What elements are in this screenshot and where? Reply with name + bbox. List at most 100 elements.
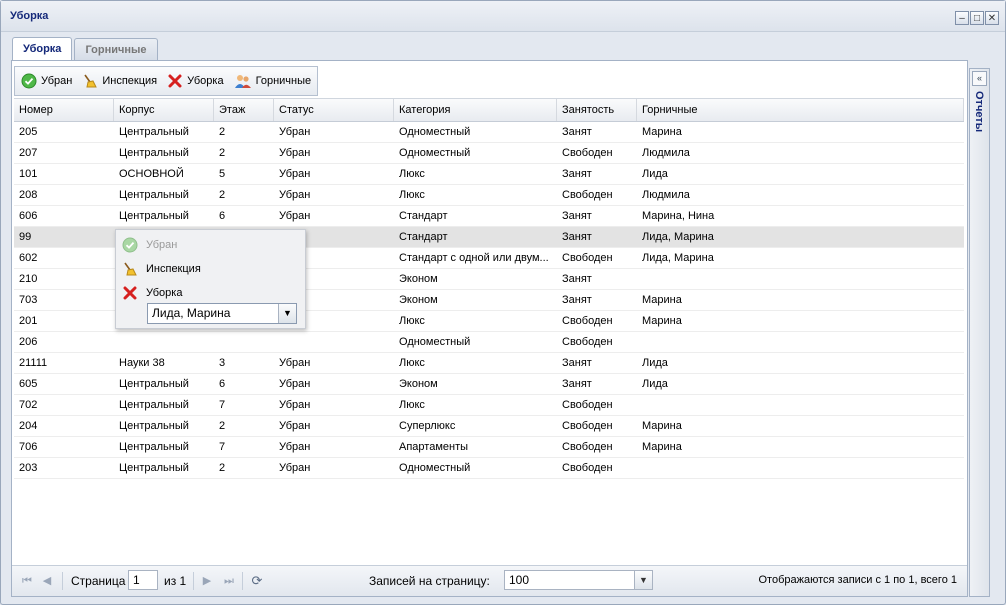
column-header-occupancy[interactable]: Занятость — [557, 99, 637, 121]
cell-floor: 2 — [219, 420, 226, 432]
red-cross-icon — [168, 74, 182, 88]
cell-occupancy: Свободен — [562, 420, 613, 432]
cell-occupancy: Свободен — [562, 252, 613, 264]
column-header-building[interactable]: Корпус — [114, 99, 214, 121]
cell-maids — [637, 395, 964, 415]
cell-number: 703 — [19, 294, 38, 306]
table-row[interactable]: 206 Одноместный Свободен — [14, 332, 964, 353]
cell-number: 208 — [19, 189, 38, 201]
cell-category: Эконом — [399, 378, 438, 390]
cell-number: 605 — [19, 378, 38, 390]
column-header-status[interactable]: Статус — [274, 99, 394, 121]
cell-number: 206 — [19, 336, 38, 348]
table-row[interactable]: 606 Центральный 6 Убран Стандарт Занят Марина,… — [14, 206, 964, 227]
cell-floor: 2 — [219, 147, 226, 159]
cell-status: Убран — [279, 441, 311, 453]
table-row[interactable]: 203 Центральный 2 Убран Одноместный Свободен — [14, 458, 964, 479]
column-header-number[interactable]: Номер — [14, 99, 114, 121]
window-title: Уборка — [10, 10, 49, 22]
table-row[interactable]: 101 ОСНОВНОЙ 5 Убран Люкс Занят Лида — [14, 164, 964, 185]
expand-icon[interactable]: « — [972, 71, 987, 86]
cell-category: Одноместный — [399, 126, 471, 138]
column-header-category[interactable]: Категория — [394, 99, 557, 121]
separator — [242, 572, 243, 590]
per-page-label: Записей на страницу: — [369, 574, 490, 588]
table-row[interactable]: 205 Центральный 2 Убран Одноместный Занят Мари… — [14, 122, 964, 143]
cell-building — [114, 332, 214, 352]
first-page-icon[interactable]: ⏮ — [20, 574, 34, 588]
table-row[interactable]: 706 Центральный 7 Убран Апартаменты Свободен М… — [14, 437, 964, 458]
cell-maids — [637, 458, 964, 478]
per-page-combo[interactable]: 100 ▼ — [504, 570, 653, 590]
separator — [62, 572, 63, 590]
page-input[interactable]: 1 — [128, 570, 158, 590]
cell-building: Центральный — [119, 210, 189, 222]
cell-number: 207 — [19, 147, 38, 159]
cell-category: Люкс — [399, 168, 425, 180]
cleaned-label: Убран — [41, 75, 73, 87]
cell-maids: Марина — [642, 441, 682, 453]
next-page-icon[interactable]: ▶ — [200, 574, 214, 588]
cell-maids: Марина — [642, 315, 682, 327]
reports-panel-collapsed[interactable]: « Отчеты — [969, 68, 990, 597]
menu-item-cleaned[interactable]: Убран — [122, 234, 177, 256]
cell-maids: Марина — [642, 294, 682, 306]
cell-building: Центральный — [119, 462, 189, 474]
table-row[interactable]: 204 Центральный 2 Убран Суперлюкс Свободен Мар… — [14, 416, 964, 437]
cell-category: Стандарт — [399, 231, 448, 243]
cell-maids: Лида — [642, 357, 668, 369]
maids-combo-value: Лида, Марина — [152, 306, 231, 320]
maids-combo[interactable]: Лида, Марина ▼ — [147, 303, 297, 324]
refresh-icon[interactable]: ⟳ — [250, 574, 264, 588]
last-page-icon[interactable]: ⏭ — [222, 574, 236, 588]
table-row[interactable]: 702 Центральный 7 Убран Люкс Свободен — [14, 395, 964, 416]
menu-item-inspection-label: Инспекция — [146, 263, 201, 275]
minimize-button[interactable]: – — [955, 11, 969, 25]
cell-category: Люкс — [399, 315, 425, 327]
table-row[interactable]: 208 Центральный 2 Убран Люкс Свободен Людмила — [14, 185, 964, 206]
menu-item-inspection[interactable]: Инспекция — [122, 258, 201, 280]
close-button[interactable]: ✕ — [985, 11, 999, 25]
maids-button[interactable]: Горничные — [234, 73, 312, 89]
table-row[interactable]: 605 Центральный 6 Убран Эконом Занят Лида — [14, 374, 964, 395]
cell-occupancy: Свободен — [562, 399, 613, 411]
cell-number: 210 — [19, 273, 38, 285]
chevron-down-icon[interactable]: ▼ — [634, 571, 652, 589]
cell-number: 99 — [19, 231, 32, 243]
page-count-label: из 1 — [164, 574, 187, 588]
prev-page-icon[interactable]: ◀ — [40, 574, 54, 588]
cell-category: Эконом — [399, 294, 438, 306]
separator — [193, 572, 194, 590]
maids-label: Горничные — [255, 75, 312, 87]
cell-maids: Марина — [642, 420, 682, 432]
cell-category: Одноместный — [399, 147, 471, 159]
column-header-maids[interactable]: Горничные — [637, 99, 964, 121]
cell-category: Люкс — [399, 357, 425, 369]
cell-maids — [637, 269, 964, 289]
table-row[interactable]: 207 Центральный 2 Убран Одноместный Свободен Л… — [14, 143, 964, 164]
table-row[interactable]: 21111 Науки 38 3 Убран Люкс Занят Лида — [14, 353, 964, 374]
tab-maids[interactable]: Горничные — [74, 38, 158, 61]
maximize-button[interactable]: □ — [970, 11, 984, 25]
users-icon — [234, 75, 251, 88]
cell-category: Одноместный — [399, 462, 471, 474]
cell-building: ОСНОВНОЙ — [119, 168, 184, 180]
menu-item-cleaning[interactable]: Уборка — [122, 282, 182, 304]
cell-maids: Марина, Нина — [642, 210, 715, 222]
column-header-floor[interactable]: Этаж — [214, 99, 274, 121]
tab-cleaning[interactable]: Уборка — [12, 37, 73, 62]
inspection-button[interactable]: Инспекция — [82, 73, 157, 89]
cell-building: Центральный — [119, 378, 189, 390]
cleaning-button[interactable]: Уборка — [167, 73, 224, 89]
cell-floor: 2 — [219, 126, 226, 138]
chevron-down-icon[interactable]: ▼ — [278, 304, 296, 323]
cell-category: Стандарт — [399, 210, 448, 222]
cleaning-label: Уборка — [187, 75, 224, 87]
cleaned-button[interactable]: Убран — [21, 73, 72, 89]
cell-category: Стандарт с одной или двум... — [399, 252, 549, 264]
cell-building: Центральный — [119, 420, 189, 432]
cell-occupancy: Свободен — [562, 462, 613, 474]
cell-floor: 5 — [219, 168, 226, 180]
cell-status: Убран — [279, 210, 311, 222]
cell-building: Центральный — [119, 441, 189, 453]
